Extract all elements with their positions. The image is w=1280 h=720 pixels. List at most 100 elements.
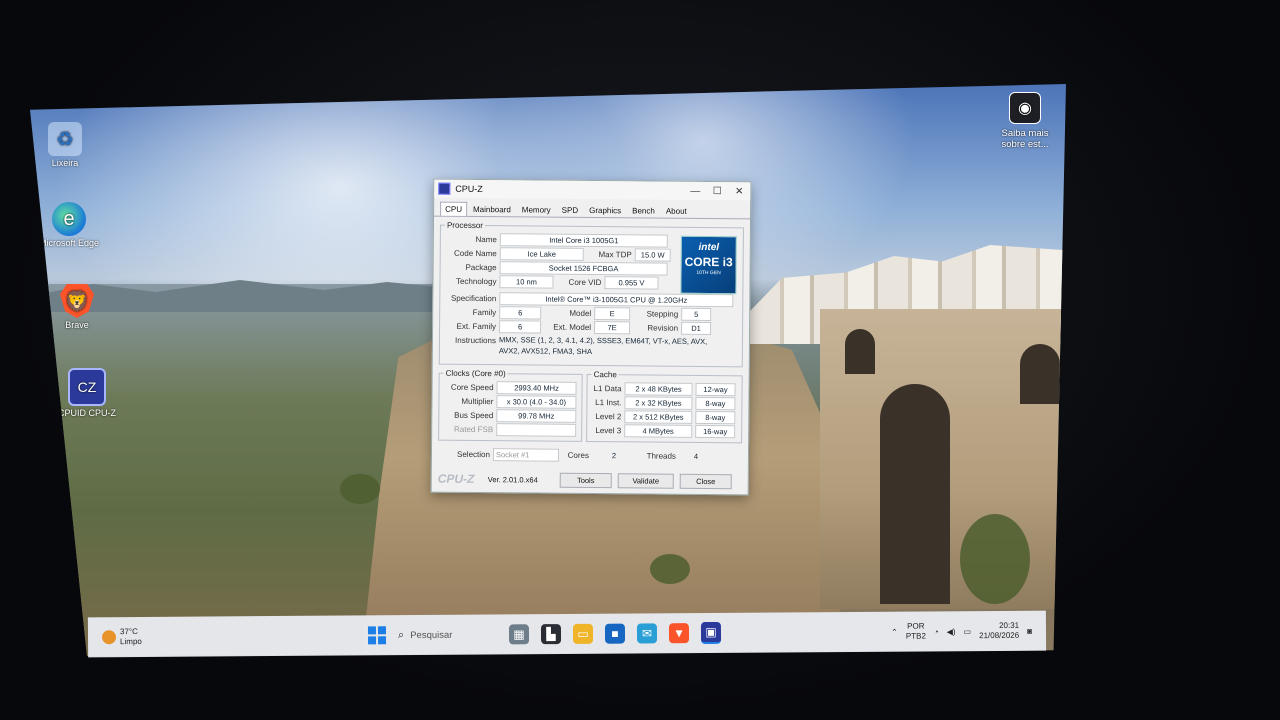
name-value: Intel Core i3 1005G1 (499, 232, 668, 248)
battery-icon[interactable]: ▭ (964, 627, 972, 636)
windows-logo-icon (377, 626, 386, 635)
tab-about[interactable]: About (661, 204, 692, 218)
core-vid-value: 0.955 V (604, 275, 659, 290)
intel-logo-model: CORE i3 (684, 254, 733, 270)
window-title: CPU-Z (455, 183, 483, 195)
brave-taskbar-icon[interactable]: ▼ (668, 623, 690, 644)
validate-button[interactable]: Validate (617, 472, 674, 489)
maximize-button[interactable]: ☐ (706, 186, 728, 197)
selection-row: Selection Socket #1 Cores 2 Threads 4 (438, 445, 742, 466)
wallpaper-vegetation (650, 554, 690, 584)
processor-legend: Processor (446, 220, 484, 231)
revision-value: D1 (681, 321, 712, 335)
bus-speed-label: Bus Speed (454, 410, 494, 420)
minimize-button[interactable]: — (684, 185, 706, 196)
model-label: Model (569, 308, 592, 318)
cache-size: 2 x 48 KBytes (624, 381, 693, 396)
language-indicator[interactable]: POR PTB2 (906, 621, 926, 641)
technology-label: Technology (455, 276, 497, 286)
desktop-icon-brave[interactable]: 🦁 Brave (42, 284, 112, 330)
cache-size: 2 x 512 KBytes (624, 409, 693, 424)
cores-label: Cores (567, 450, 590, 460)
ext-family-label: Ext. Family (456, 321, 497, 331)
desktop-icon-label: Microsoft Edge (38, 238, 100, 248)
selection-label: Selection (457, 449, 491, 459)
keyboard-layout: PTB2 (905, 631, 926, 641)
version-text: Ver. 2.01.0.x64 (487, 474, 538, 485)
file-explorer-icon[interactable]: ▭ (572, 623, 594, 644)
desktop-icon-edge[interactable]: e Microsoft Edge (34, 202, 104, 248)
family-value: 6 (499, 305, 542, 320)
cache-size: 2 x 32 KBytes (624, 395, 693, 410)
core-speed-value: 2993.40 MHz (496, 380, 577, 395)
windows-logo-icon (368, 636, 377, 645)
processor-group: Processor intel CORE i3 10TH GEN Name In… (438, 220, 744, 368)
cpuz-window[interactable]: CPU-Z — ☐ ✕ CPU Mainboard Memory SPD Gra… (430, 178, 752, 496)
intel-logo-brand: intel (698, 241, 720, 254)
sun-icon (101, 630, 117, 645)
tab-graphics[interactable]: Graphics (584, 203, 626, 217)
learn-more-label: Saiba mais sobre est... (1001, 128, 1049, 150)
tools-button[interactable]: Tools (559, 472, 612, 488)
brave-icon: 🦁 (60, 284, 94, 318)
desktop-icon-cpuz[interactable]: CZ CPUID CPU-Z (52, 368, 122, 418)
package-value: Socket 1526 FCBGA (499, 260, 668, 276)
cache-way: 8-way (695, 396, 736, 410)
windows-logo-icon (367, 626, 376, 635)
multiplier-label: Multiplier (461, 396, 494, 406)
outlook-icon[interactable]: ✉ (636, 623, 658, 644)
instructions-value: MMX, SSE (1, 2, 3, 4.1, 4.2), SSSE3, EM6… (499, 334, 731, 358)
instructions-label: Instructions (455, 335, 497, 346)
clock[interactable]: 20:31 21/08/2026 (979, 621, 1019, 641)
package-label: Package (465, 262, 497, 272)
tab-cpu[interactable]: CPU (440, 201, 468, 216)
window-body: Processor intel CORE i3 10TH GEN Name In… (432, 217, 750, 470)
desktop-icon-label: Lixeira (51, 158, 79, 168)
wallpaper-bridge-arch (880, 384, 950, 604)
family-label: Family (472, 307, 497, 317)
chevron-up-icon[interactable]: ⌃ (891, 627, 898, 636)
close-button[interactable]: Close (679, 473, 732, 489)
tab-mainboard[interactable]: Mainboard (468, 202, 516, 216)
ext-model-label: Ext. Model (553, 322, 592, 332)
core-vid-label: Core VID (568, 277, 602, 287)
desktop-icon-recycle-bin[interactable]: ♻ Lixeira (30, 122, 100, 168)
cache-label: Level 3 (595, 425, 622, 435)
cpuz-logo: CPU-Z (437, 471, 475, 486)
cpuz-icon: CZ (68, 368, 106, 406)
edge-icon: e (52, 202, 86, 236)
max-tdp-value: 15.0 W (634, 247, 671, 262)
wifi-icon[interactable]: ◔ (934, 627, 939, 636)
specification-label: Specification (450, 293, 497, 303)
threads-label: Threads (646, 450, 677, 461)
clocks-group: Clocks (Core #0) Core Speed 2993.40 MHz … (438, 368, 583, 442)
stepping-label: Stepping (646, 308, 679, 319)
multiplier-value: x 30.0 (4.0 - 34.0) (496, 394, 577, 409)
volume-icon[interactable]: ◀) (947, 627, 956, 636)
store-icon[interactable]: ■ (604, 623, 626, 644)
tab-memory[interactable]: Memory (517, 202, 556, 216)
cpuz-taskbar-icon[interactable]: ▣ (700, 621, 722, 645)
selection-dropdown[interactable]: Socket #1 (492, 447, 560, 462)
search-icon: ⌕ (397, 628, 405, 641)
threads-value: 4 (693, 451, 699, 461)
weather-widget[interactable]: 37°C Limpo (101, 627, 172, 647)
tab-bench[interactable]: Bench (627, 203, 660, 217)
rated-fsb-value (496, 422, 577, 437)
max-tdp-label: Max TDP (598, 249, 632, 259)
task-view-icon[interactable]: ▙ (540, 624, 562, 645)
start-button[interactable] (367, 626, 387, 645)
code-name-label: Code Name (454, 248, 497, 258)
cpuz-app-icon (438, 182, 451, 195)
search-placeholder: Pesquisar (410, 629, 453, 641)
close-icon[interactable]: ✕ (728, 186, 750, 197)
tab-spd[interactable]: SPD (557, 203, 584, 217)
rated-fsb-label: Rated FSB (454, 424, 494, 434)
taskbar-search[interactable]: ⌕ Pesquisar (398, 628, 503, 642)
wallpaper-vegetation (960, 514, 1030, 604)
notification-bell-icon[interactable]: ◙ (1027, 626, 1032, 635)
desktop-learn-more[interactable]: ◉ Saiba mais sobre est... (990, 92, 1060, 150)
widgets-icon[interactable]: ▦ (508, 624, 530, 645)
desktop-icon-label: CPUID CPU-Z (58, 408, 116, 418)
revision-label: Revision (647, 322, 679, 333)
